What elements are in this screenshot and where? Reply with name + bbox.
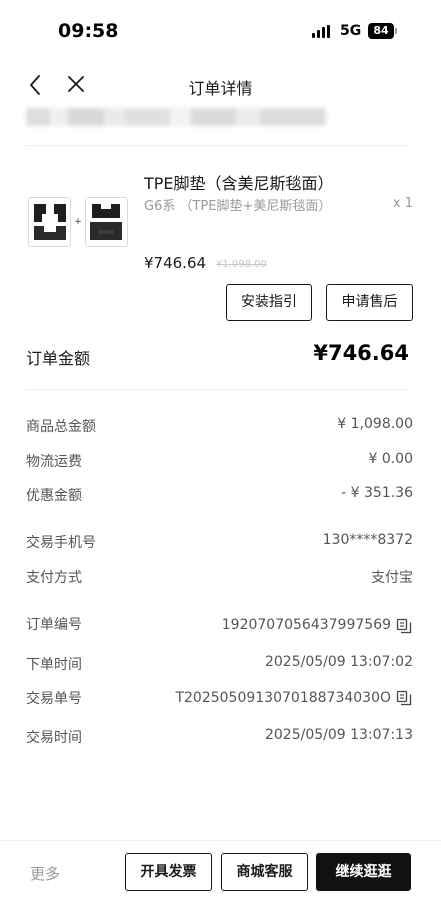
- divider: [26, 389, 410, 390]
- footer-bar: 更多 开具发票 商城客服 继续逛逛: [0, 840, 441, 913]
- subtotal-value: ¥ 1,098.00: [337, 416, 413, 432]
- page-title: 订单详情: [188, 79, 253, 98]
- order-time-label: 下单时间: [26, 657, 82, 673]
- shipping-value: ¥ 0.00: [368, 451, 413, 467]
- battery-tip: [395, 28, 397, 34]
- status-time: 09:58: [58, 20, 119, 42]
- divider: [26, 145, 410, 146]
- more-button[interactable]: 更多: [30, 863, 60, 884]
- copy-icon[interactable]: [396, 618, 412, 634]
- product-price: ¥746.64: [144, 254, 207, 272]
- product-quantity: x 1: [392, 196, 413, 211]
- trade-no-label: 交易单号: [26, 691, 82, 707]
- rear-mat-image: [84, 197, 128, 247]
- payment-label: 支付方式: [26, 570, 82, 586]
- status-bar: 09:58 5G 84: [0, 0, 441, 62]
- order-amount-value: ¥746.64: [313, 341, 409, 365]
- trade-no-value: T2025050913070188734030O: [175, 690, 391, 706]
- payment-value: 支付宝: [371, 570, 413, 586]
- product-name: TPE脚垫（含美尼斯毯面）: [144, 174, 334, 193]
- subtotal-label: 商品总金额: [26, 419, 96, 435]
- trade-time-value: 2025/05/09 13:07:13: [264, 727, 413, 743]
- front-mat-image: [28, 197, 72, 247]
- blurred-address: [26, 108, 326, 126]
- order-no-value: 1920707056437997569: [221, 617, 391, 633]
- order-amount-label: 订单金额: [26, 349, 91, 368]
- continue-shopping-button[interactable]: 继续逛逛: [316, 853, 411, 891]
- copy-icon[interactable]: [396, 690, 412, 706]
- plus-sign: +: [74, 217, 82, 227]
- battery-icon: 84: [368, 23, 394, 39]
- trade-time-label: 交易时间: [26, 730, 82, 746]
- shipping-label: 物流运费: [26, 454, 82, 470]
- product-original-price: ¥1,098.00: [216, 259, 267, 270]
- discount-label: 优惠金额: [26, 488, 82, 504]
- phone-label: 交易手机号: [26, 535, 96, 551]
- order-time-value: 2025/05/09 13:07:02: [264, 654, 413, 670]
- discount-value: - ¥ 351.36: [341, 485, 413, 501]
- network-type: 5G: [340, 23, 362, 39]
- nav-bar: 订单详情: [0, 62, 441, 108]
- phone-value: 130****8372: [322, 532, 413, 548]
- product-spec: G6系 （TPE脚垫+美尼斯毯面）: [144, 199, 332, 214]
- after-sales-button[interactable]: 申请售后: [326, 284, 413, 321]
- product-thumbnail[interactable]: +: [28, 196, 128, 248]
- invoice-button[interactable]: 开具发票: [125, 853, 212, 891]
- signal-icon: [312, 25, 330, 38]
- order-no-label: 订单编号: [26, 617, 82, 633]
- install-guide-button[interactable]: 安装指引: [226, 284, 312, 321]
- customer-service-button[interactable]: 商城客服: [221, 853, 308, 891]
